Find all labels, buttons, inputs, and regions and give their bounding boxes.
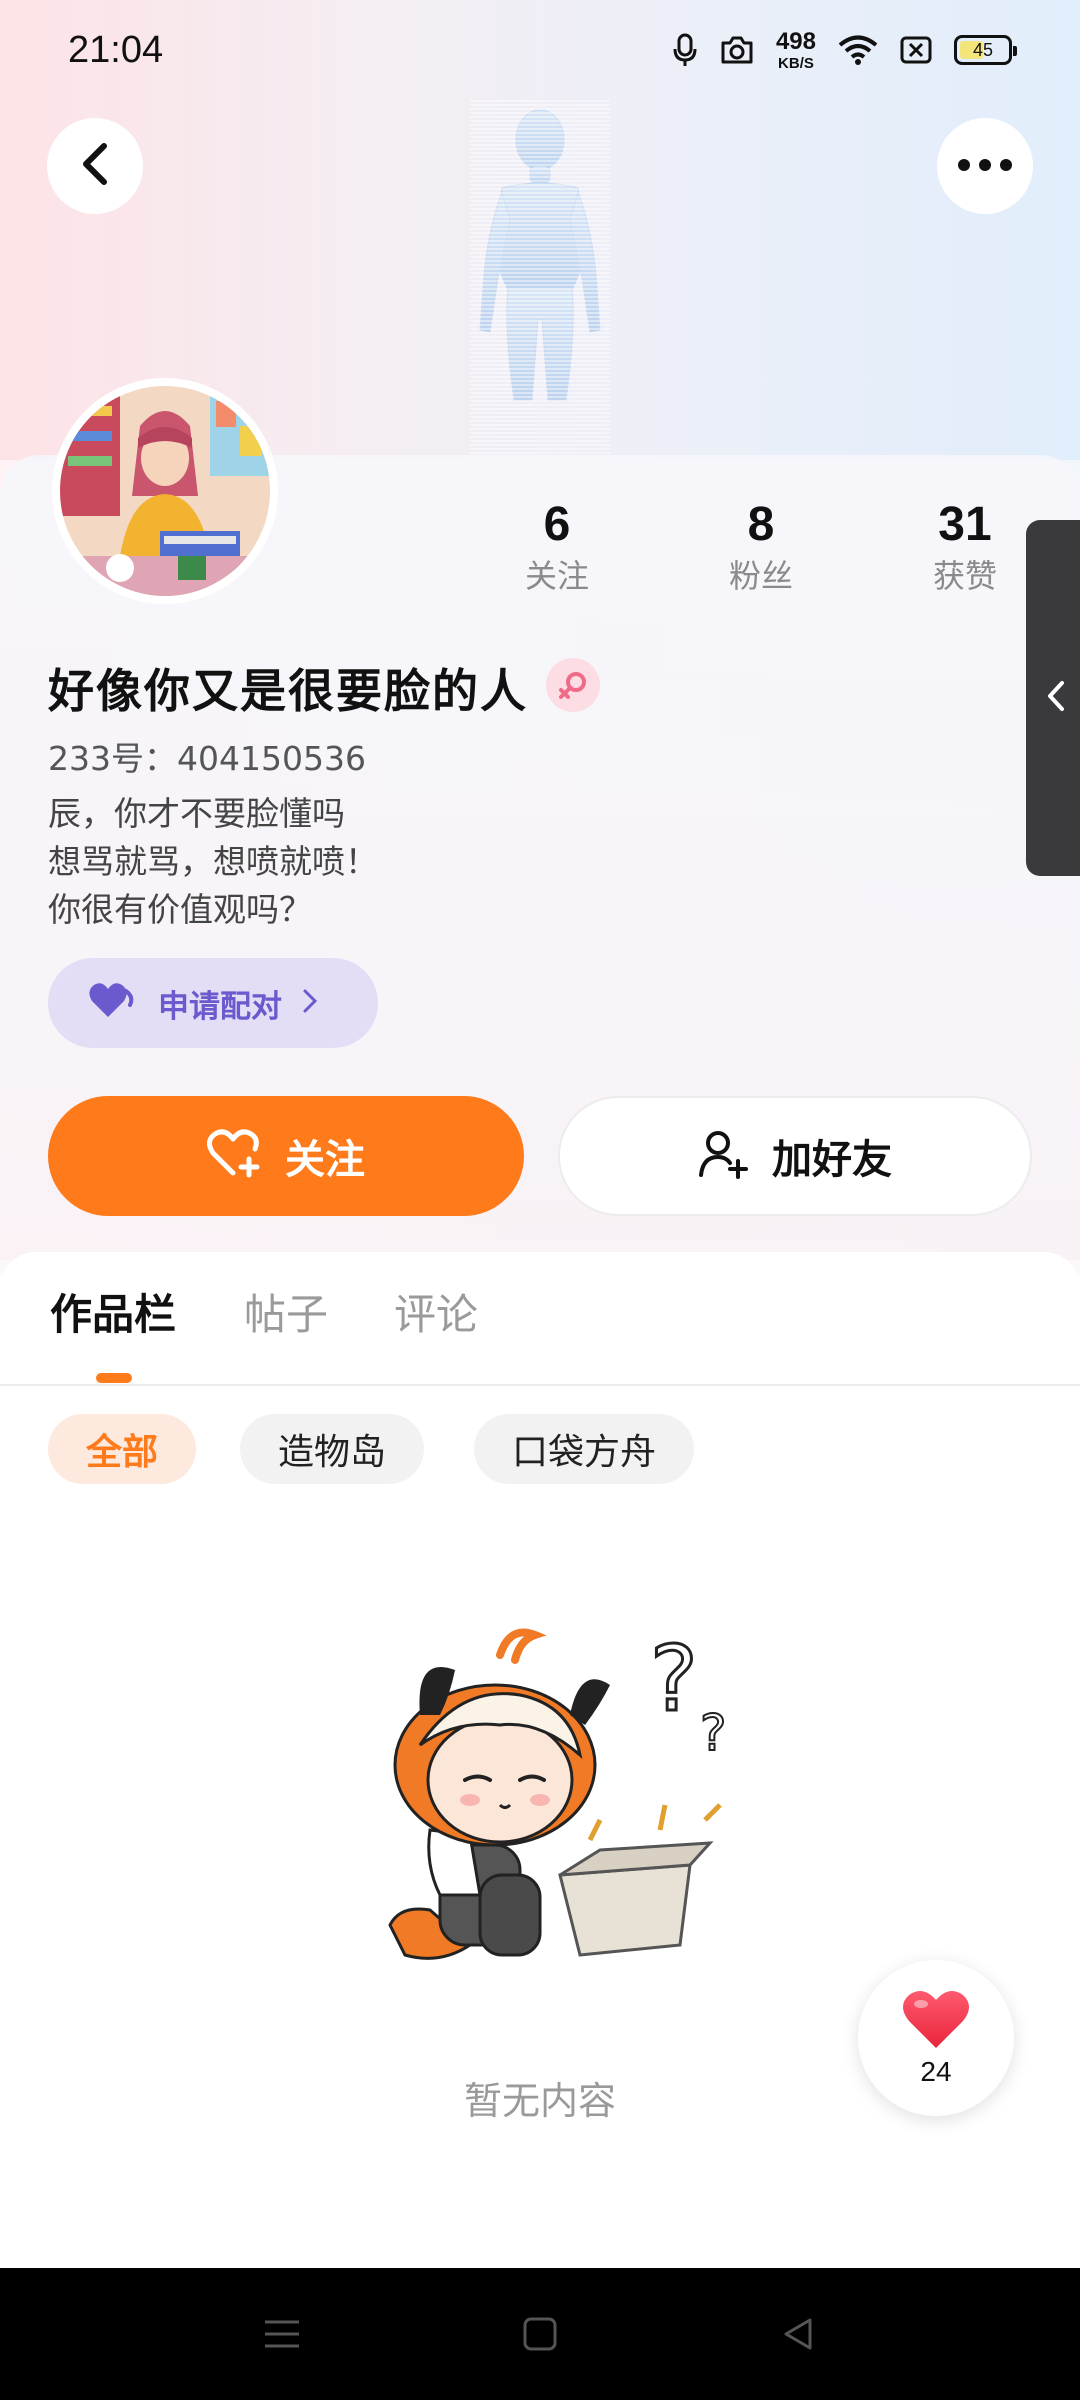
- filter-pocket-ark[interactable]: 口袋方舟: [474, 1414, 695, 1484]
- system-navigation-bar: [0, 2268, 1080, 2400]
- back-triangle-icon[interactable]: [772, 2308, 824, 2360]
- empty-state-illustration: ? ?: [360, 1615, 760, 2015]
- chevron-left-icon: [80, 142, 110, 190]
- stat-following[interactable]: 6 关注: [482, 495, 632, 597]
- stat-likes[interactable]: 31 获赞: [890, 495, 1040, 597]
- network-speed: 498 KB/S: [775, 27, 816, 72]
- tab-indicator: [96, 1373, 132, 1383]
- stat-following-count: 6: [543, 498, 571, 551]
- heart-pair-icon: [88, 981, 138, 1025]
- request-pair-button[interactable]: 申请配对: [48, 958, 378, 1048]
- add-friend-label: 加好友: [772, 1137, 892, 1183]
- battery-level: 45: [972, 39, 994, 60]
- svg-text:?: ?: [650, 1627, 698, 1732]
- profile-tabs: 作品栏 帖子 评论: [0, 1285, 1080, 1385]
- bio: 辰，你才不要脸懂吗 想骂就骂，想喷就喷！ 你很有价值观吗？: [48, 790, 378, 934]
- more-button[interactable]: [937, 118, 1033, 214]
- battery-icon: 45: [954, 35, 1017, 65]
- chevron-left-icon: [1046, 679, 1066, 717]
- stat-likes-label: 获赞: [932, 557, 997, 595]
- follow-label: 关注: [285, 1137, 365, 1183]
- stat-fans-count: 8: [747, 498, 775, 551]
- heart-icon: [901, 1988, 971, 2054]
- tab-posts[interactable]: 帖子: [244, 1285, 328, 1345]
- profile-stats: 6 关注 8 粉丝 31 获赞: [0, 495, 1080, 605]
- net-speed-value: 498: [775, 27, 816, 55]
- avatar-3d-figure: [440, 100, 640, 460]
- add-user-icon: [698, 1129, 750, 1183]
- svg-text:?: ?: [700, 1704, 727, 1762]
- chevron-right-icon: [302, 988, 318, 1018]
- like-count: 24: [920, 2056, 952, 2087]
- filter-creation-island[interactable]: 造物岛: [240, 1414, 425, 1484]
- bio-line: 你很有价值观吗？: [48, 890, 312, 929]
- filter-all[interactable]: 全部: [48, 1414, 197, 1484]
- home-icon[interactable]: [514, 2308, 566, 2360]
- tab-works[interactable]: 作品栏: [50, 1285, 176, 1345]
- back-button[interactable]: [47, 118, 143, 214]
- follow-button[interactable]: 关注: [48, 1096, 524, 1216]
- user-id: 233号：404150536: [48, 739, 366, 778]
- female-icon: [546, 658, 600, 712]
- add-friend-button[interactable]: 加好友: [558, 1096, 1032, 1216]
- stat-fans[interactable]: 8 粉丝: [686, 495, 836, 597]
- camera-icon: [720, 35, 754, 65]
- net-speed-unit: KB/S: [778, 54, 814, 72]
- more-dots-icon: [957, 157, 1013, 176]
- mic-icon: [672, 33, 698, 67]
- status-time: 21:04: [68, 28, 164, 71]
- nickname: 好像你又是很要脸的人: [48, 664, 528, 718]
- side-drawer-handle[interactable]: [1026, 520, 1080, 876]
- stat-fans-label: 粉丝: [728, 557, 793, 595]
- sim-off-icon: [900, 35, 932, 65]
- menu-icon[interactable]: [256, 2308, 308, 2360]
- status-bar: 21:04 498 KB/S 45: [0, 0, 1080, 100]
- wifi-icon: [838, 34, 878, 66]
- stat-likes-count: 31: [938, 498, 992, 551]
- bio-line: 辰，你才不要脸懂吗: [48, 794, 345, 833]
- heart-plus-icon: [207, 1129, 263, 1183]
- stat-following-label: 关注: [524, 557, 589, 595]
- bio-line: 想骂就骂，想喷就喷！: [48, 842, 378, 881]
- tab-comments[interactable]: 评论: [394, 1285, 478, 1345]
- like-floating-button[interactable]: 24: [858, 1960, 1014, 2116]
- tabs-divider: [0, 1384, 1080, 1386]
- request-pair-label: 申请配对: [158, 988, 282, 1025]
